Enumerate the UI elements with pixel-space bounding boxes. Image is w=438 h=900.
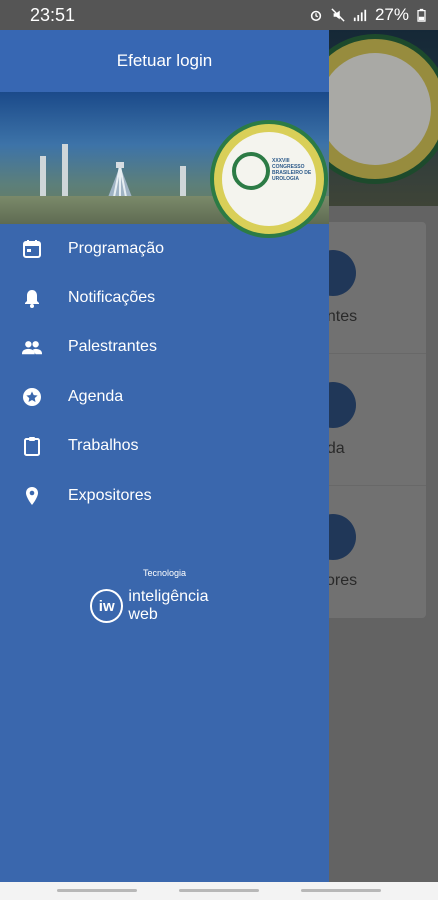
star-icon (22, 387, 42, 407)
menu-item-trabalhos[interactable]: Trabalhos (0, 422, 329, 471)
navigation-drawer: Efetuar login XXXVIII CONGRESSO BRASILEI… (0, 30, 329, 882)
nav-home-button[interactable] (179, 889, 259, 892)
menu-item-agenda[interactable]: Agenda (0, 372, 329, 421)
drawer-menu: Programação Notificações Palestrantes Ag… (0, 224, 329, 520)
nav-back-button[interactable] (301, 889, 381, 892)
menu-item-label: Trabalhos (68, 437, 139, 455)
inteligencia-web-logo: iw inteligência web (90, 586, 240, 626)
iw-logo-text: inteligência web (128, 588, 209, 623)
mute-icon (331, 8, 345, 22)
menu-item-label: Programação (68, 239, 165, 257)
people-icon (22, 337, 42, 357)
menu-item-label: Expositores (68, 486, 152, 504)
menu-item-expositores[interactable]: Expositores (0, 471, 329, 520)
congress-logo: XXXVIII CONGRESSO BRASILEIRO DE UROLOGIA (210, 120, 328, 238)
menu-item-label: Notificações (68, 289, 156, 307)
battery-percent: 27% (374, 5, 409, 24)
drawer-header: Efetuar login (0, 30, 329, 92)
login-button[interactable]: Efetuar login (0, 30, 329, 92)
bell-icon (22, 288, 42, 309)
battery-icon (417, 8, 426, 22)
menu-item-label: Agenda (68, 387, 124, 405)
system-navigation-bar (0, 882, 438, 900)
menu-item-programacao[interactable]: Programação (0, 224, 329, 273)
congress-logo-text: XXXVIII CONGRESSO BRASILEIRO DE UROLOGIA (272, 158, 312, 182)
signal-icon (353, 9, 367, 22)
alarm-icon (310, 10, 322, 22)
technology-label: Tecnologia (142, 568, 187, 578)
iw-logo-mark: iw (90, 589, 124, 623)
location-pin-icon (22, 486, 42, 506)
congress-logo-mark (232, 152, 270, 190)
nav-recents-button[interactable] (57, 889, 137, 892)
status-bar: 23:51 27% (0, 0, 438, 30)
clipboard-icon (22, 436, 42, 457)
menu-item-palestrantes[interactable]: Palestrantes (0, 323, 329, 372)
menu-item-notificacoes[interactable]: Notificações (0, 273, 329, 322)
calendar-icon (22, 239, 42, 259)
menu-item-label: Palestrantes (68, 338, 157, 356)
status-time: 23:51 (30, 5, 76, 25)
